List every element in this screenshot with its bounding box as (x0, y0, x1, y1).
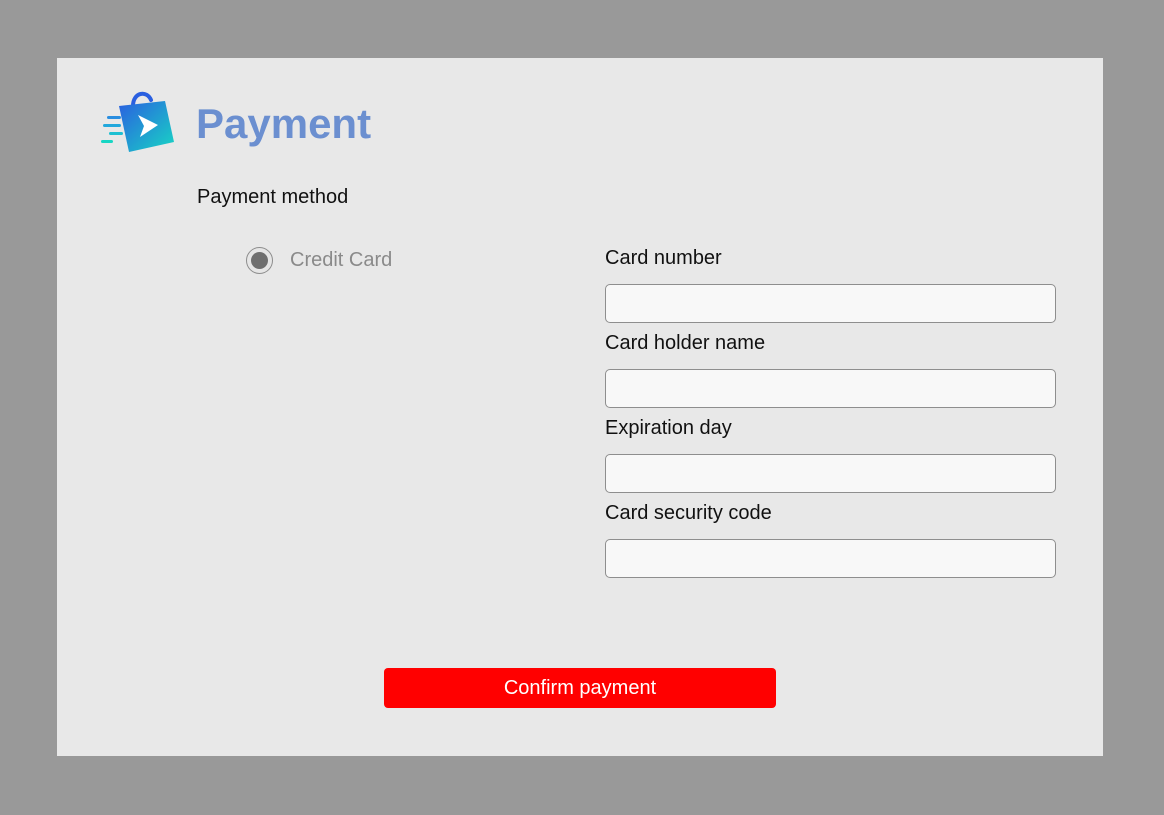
credit-card-radio-option[interactable]: Credit Card (246, 245, 392, 275)
card-security-code-label: Card security code (605, 502, 772, 524)
expiration-day-input[interactable] (605, 454, 1056, 493)
page-title: Payment (196, 100, 372, 147)
confirm-payment-button[interactable]: Confirm payment (384, 668, 776, 708)
shopping-bag-logo-icon (101, 84, 175, 154)
card-holder-name-input[interactable] (605, 369, 1056, 408)
payment-method-label: Payment method (197, 186, 349, 208)
card-number-input[interactable] (605, 284, 1056, 323)
credit-card-radio-label[interactable]: Credit Card (290, 249, 392, 272)
credit-card-radio-button[interactable] (246, 246, 273, 274)
card-details-form: Card number Card holder name Expiration … (605, 246, 1057, 586)
radio-selected-dot (251, 251, 268, 269)
payment-panel: Payment Payment method Credit Card Card … (57, 58, 1103, 756)
card-number-label: Card number (605, 247, 722, 269)
card-security-code-input[interactable] (605, 539, 1056, 578)
card-holder-name-label: Card holder name (605, 332, 766, 354)
expiration-day-label: Expiration day (605, 417, 732, 439)
